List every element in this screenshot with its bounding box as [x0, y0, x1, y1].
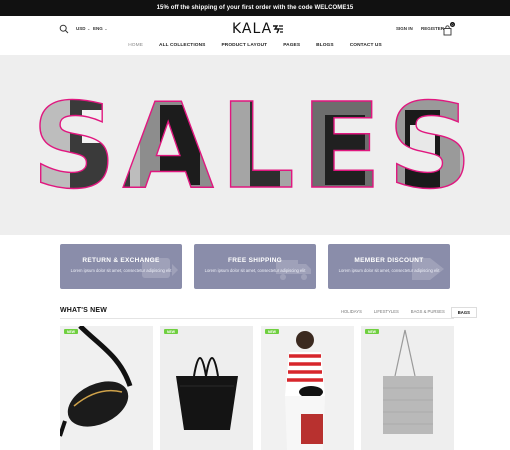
- promo-text: 15% off the shipping of your first order…: [156, 5, 354, 11]
- nav-item-all-collections[interactable]: ALL COLLECTIONS: [151, 40, 213, 52]
- logo-mark-icon: [273, 25, 284, 34]
- model-photo-icon: [261, 326, 354, 450]
- currency-selector[interactable]: USD ⌄: [76, 26, 90, 31]
- nav-item-pages[interactable]: PAGES: [275, 40, 308, 52]
- feature-text: Lorem ipsum dolor sit amet, consectetur …: [338, 268, 440, 273]
- cart-button[interactable]: 0: [442, 22, 455, 36]
- nav-item-contact-us[interactable]: CONTACT US: [342, 40, 390, 52]
- section-divider: [60, 318, 454, 319]
- hero-slider[interactable]: SALES SALES: [0, 55, 510, 282]
- chevron-down-icon: ⌄: [104, 26, 108, 31]
- site-logo[interactable]: KALA: [232, 20, 284, 38]
- product-card[interactable]: NEW: [261, 326, 354, 450]
- feature-text: Lorem ipsum dolor sit amet, consectetur …: [204, 268, 306, 273]
- product-card[interactable]: NEW: [160, 326, 253, 450]
- tote-bag-icon: [160, 326, 253, 450]
- currency-value: USD: [76, 26, 86, 31]
- promo-bar: 15% off the shipping of your first order…: [0, 0, 510, 16]
- product-card[interactable]: NEW: [361, 326, 454, 450]
- language-selector[interactable]: ENG ⌄: [93, 26, 108, 31]
- belt-bag-icon: [60, 326, 153, 450]
- hero-headline: SALES: [31, 77, 478, 215]
- new-badge: NEW: [64, 329, 78, 334]
- feature-title: RETURN & EXCHANGE: [82, 257, 160, 264]
- nav-item-blogs[interactable]: BLOGS: [308, 40, 342, 52]
- feature-text: Lorem ipsum dolor sit amet, consectetur …: [70, 268, 172, 273]
- main-navigation: HOME ALL COLLECTIONS PRODUCT LAYOUT PAGE…: [0, 40, 510, 52]
- site-header: USD ⌄ ENG ⌄ KALA SIGN IN REGISTER 0: [0, 16, 510, 42]
- search-icon[interactable]: [59, 24, 69, 34]
- feature-free-shipping[interactable]: FREE SHIPPING Lorem ipsum dolor sit amet…: [194, 244, 316, 289]
- new-badge: NEW: [365, 329, 379, 334]
- feature-title: FREE SHIPPING: [227, 257, 283, 264]
- tab-bags-purses[interactable]: BAGS & PURSES: [405, 307, 451, 318]
- nav-item-product-layout[interactable]: PRODUCT LAYOUT: [213, 40, 275, 52]
- register-link[interactable]: REGISTER: [421, 26, 444, 31]
- tab-holidays[interactable]: HOLIDAYS: [335, 307, 368, 318]
- feature-return-exchange[interactable]: RETURN & EXCHANGE Lorem ipsum dolor sit …: [60, 244, 182, 289]
- language-value: ENG: [93, 26, 103, 31]
- section-title: WHAT'S NEW: [60, 307, 108, 314]
- product-card[interactable]: NEW: [60, 326, 153, 450]
- tab-lifestyles[interactable]: LIFESTYLES: [368, 307, 405, 318]
- hero-sales-graphic: SALES SALES: [31, 76, 479, 216]
- silver-tote-icon: [361, 326, 454, 450]
- logo-text: KALA: [232, 21, 273, 37]
- tab-bags[interactable]: BAGS: [450, 307, 477, 318]
- feature-member-discount[interactable]: MEMBER DISCOUNT Lorem ipsum dolor sit am…: [328, 244, 450, 289]
- new-badge: NEW: [265, 329, 279, 334]
- feature-title: MEMBER DISCOUNT: [354, 257, 424, 264]
- cart-count-badge: 0: [450, 22, 455, 27]
- new-badge: NEW: [164, 329, 178, 334]
- nav-item-home[interactable]: HOME: [120, 40, 151, 52]
- product-tabs: HOLIDAYS LIFESTYLES BAGS & PURSES BAGS: [335, 307, 477, 318]
- chevron-down-icon: ⌄: [87, 26, 91, 31]
- sign-in-link[interactable]: SIGN IN: [396, 26, 413, 31]
